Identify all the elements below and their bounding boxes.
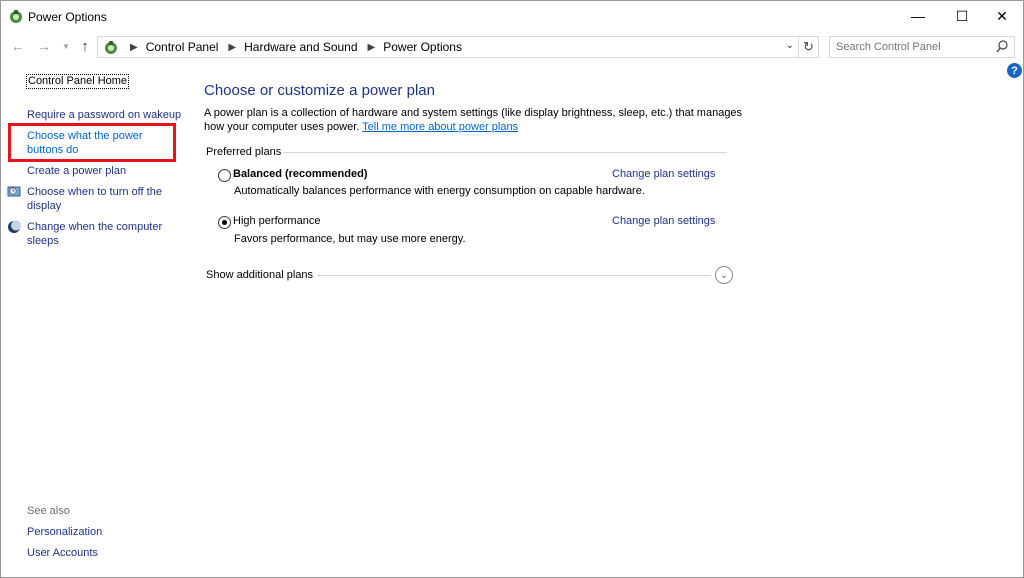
breadcrumb-separator[interactable]: ▶	[130, 42, 138, 53]
breadcrumb-hardware-and-sound[interactable]: Hardware and Sound	[244, 40, 357, 54]
turn-off-display-link-line2[interactable]: display	[27, 199, 61, 213]
recent-locations-chevron-icon[interactable]: ▼	[61, 36, 71, 56]
description-line2: how your computer uses power.	[204, 121, 360, 133]
divider	[284, 152, 727, 153]
preferred-plans-heading: Preferred plans	[206, 146, 282, 158]
minimize-button[interactable]: —	[895, 1, 941, 31]
balanced-plan-description: Automatically balances performance with …	[234, 185, 645, 197]
monitor-clock-icon	[7, 186, 21, 197]
high-performance-change-settings-link[interactable]: Change plan settings	[612, 215, 715, 227]
expand-chevron-icon[interactable]: ⌄	[715, 266, 733, 284]
control-panel-icon	[105, 41, 117, 54]
computer-sleeps-link[interactable]: Change when the computer	[27, 220, 162, 234]
require-password-link[interactable]: Require a password on wakeup	[27, 108, 181, 122]
balanced-change-settings-link[interactable]: Change plan settings	[612, 168, 715, 180]
refresh-icon[interactable]: ↻	[799, 36, 819, 58]
show-additional-plans-label[interactable]: Show additional plans	[206, 269, 313, 281]
balanced-radio[interactable]	[218, 169, 231, 182]
turn-off-display-link[interactable]: Choose when to turn off the	[27, 185, 162, 199]
user-accounts-link[interactable]: User Accounts	[27, 547, 98, 559]
high-performance-plan-name[interactable]: High performance	[233, 215, 320, 227]
power-buttons-link[interactable]: Choose what the power	[27, 129, 143, 143]
personalization-link[interactable]: Personalization	[27, 526, 102, 538]
address-bar[interactable]: ▶ Control Panel ▶ Hardware and Sound ▶ P…	[97, 36, 799, 58]
page-title: Choose or customize a power plan	[204, 82, 435, 99]
power-options-window: Power Options — ☐ ✕ ← → ▼ ↑ ▶ Control Pa…	[0, 0, 1024, 578]
search-input[interactable]	[836, 37, 996, 57]
help-icon[interactable]: ?	[1007, 63, 1022, 78]
search-icon[interactable]	[996, 40, 1008, 54]
power-buttons-link-line2[interactable]: buttons do	[27, 143, 78, 157]
address-dropdown-icon[interactable]: ⌄	[786, 40, 794, 51]
breadcrumb-separator[interactable]: ▶	[368, 42, 376, 53]
moon-sleep-icon	[8, 220, 21, 233]
high-performance-plan-description: Favors performance, but may use more ene…	[234, 233, 466, 245]
breadcrumb-control-panel[interactable]: Control Panel	[146, 40, 219, 54]
breadcrumb-power-options[interactable]: Power Options	[383, 40, 462, 54]
create-power-plan-link[interactable]: Create a power plan	[27, 164, 126, 178]
up-arrow-icon[interactable]: ↑	[77, 36, 93, 56]
divider	[317, 275, 711, 276]
control-panel-home-link[interactable]: Control Panel Home	[26, 74, 130, 89]
forward-arrow-icon[interactable]: →	[35, 36, 53, 56]
tell-me-more-link[interactable]: Tell me more about power plans	[362, 121, 518, 133]
page-description: A power plan is a collection of hardware…	[204, 106, 744, 134]
back-arrow-icon[interactable]: ←	[9, 36, 27, 56]
window-title: Power Options	[28, 10, 107, 24]
breadcrumb-separator[interactable]: ▶	[228, 42, 236, 53]
power-options-icon	[10, 10, 22, 23]
title-bar: Power Options — ☐ ✕	[1, 1, 1023, 31]
balanced-plan-name[interactable]: Balanced (recommended)	[233, 168, 367, 180]
computer-sleeps-link-line2[interactable]: sleeps	[27, 234, 59, 248]
description-line1: A power plan is a collection of hardware…	[204, 107, 743, 119]
close-button[interactable]: ✕	[979, 1, 1024, 31]
high-performance-radio[interactable]	[218, 216, 231, 229]
navigation-bar: ← → ▼ ↑ ▶ Control Panel ▶ Hardware and S…	[1, 33, 1023, 59]
search-box[interactable]	[829, 36, 1015, 58]
see-also-heading: See also	[27, 505, 70, 517]
